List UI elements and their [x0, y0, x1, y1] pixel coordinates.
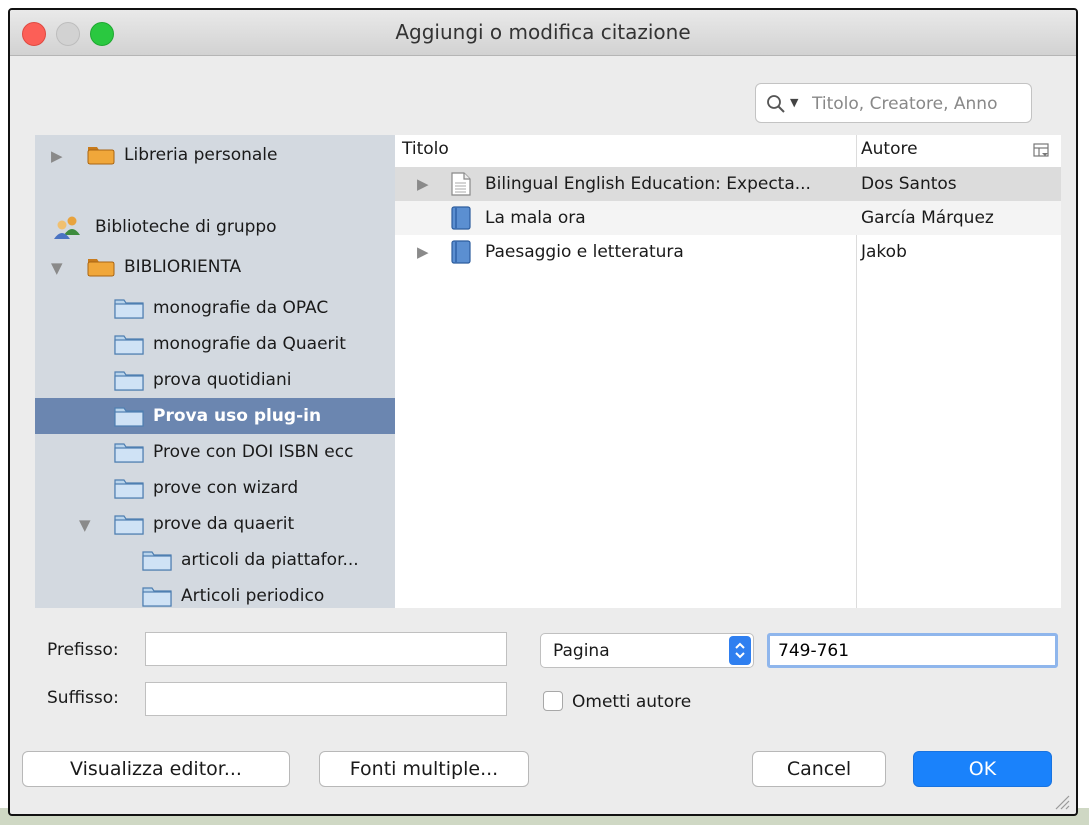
- sidebar-item-label: Prova uso plug-in: [153, 406, 322, 426]
- sidebar-group-libraries-header: Biblioteche di gruppo: [35, 209, 395, 245]
- sidebar-item-label: prova quotidiani: [153, 370, 292, 390]
- disclosure-triangle-icon[interactable]: ▶: [417, 175, 429, 193]
- column-header-author[interactable]: Autore: [861, 139, 918, 159]
- item-author: Jakob: [861, 242, 907, 262]
- show-editor-button[interactable]: Visualizza editor...: [22, 751, 290, 787]
- search-icon[interactable]: [766, 94, 786, 114]
- disclosure-triangle-open-icon[interactable]: ▼: [51, 259, 63, 277]
- sidebar-item-label: prove da quaerit: [153, 514, 295, 534]
- cancel-button[interactable]: Cancel: [752, 751, 886, 787]
- multiple-sources-button[interactable]: Fonti multiple...: [319, 751, 529, 787]
- folder-icon: [142, 587, 172, 607]
- document-icon: [451, 172, 471, 196]
- window-title: Aggiungi o modifica citazione: [395, 20, 691, 44]
- item-title: La mala ora: [485, 208, 586, 228]
- suffix-input[interactable]: [145, 682, 507, 716]
- sidebar-item-label: Prove con DOI ISBN ecc: [153, 442, 354, 462]
- sidebar-item-label: Biblioteche di gruppo: [95, 217, 277, 237]
- sidebar-item-group-biblorienta[interactable]: ▼ BIBLIORIENTA: [35, 249, 395, 285]
- sidebar-item-label: monografie da OPAC: [153, 298, 329, 318]
- citation-dialog: Aggiungi o modifica citazione ▼ ▶ Librer…: [8, 8, 1078, 816]
- item-title: Bilingual English Education: Expecta...: [485, 174, 811, 194]
- omit-author-checkbox[interactable]: [543, 691, 563, 711]
- sidebar-collection-prove-doi-isbn[interactable]: Prove con DOI ISBN ecc: [35, 434, 395, 470]
- prefix-label: Prefisso:: [47, 640, 119, 660]
- locator-field[interactable]: [767, 633, 1058, 668]
- search-field[interactable]: ▼: [755, 83, 1032, 123]
- folder-icon: [114, 299, 144, 319]
- folder-icon: [114, 371, 144, 391]
- sidebar-collection-prove-da-quaerit[interactable]: ▼ prove da quaerit: [35, 506, 395, 542]
- ok-button[interactable]: OK: [913, 751, 1052, 787]
- book-icon: [451, 240, 471, 264]
- sidebar-collection-monografie-opac[interactable]: monografie da OPAC: [35, 290, 395, 326]
- book-icon: [451, 206, 471, 230]
- group-users-icon: [54, 216, 80, 239]
- table-row[interactable]: ▶ Paesaggio e letteratura Jakob: [395, 235, 1061, 269]
- disclosure-triangle-icon[interactable]: ▶: [417, 243, 429, 261]
- locator-type-value: Pagina: [553, 641, 610, 661]
- sidebar-item-label: prove con wizard: [153, 478, 299, 498]
- resize-grip-icon[interactable]: [1052, 792, 1070, 810]
- folder-icon: [114, 335, 144, 355]
- sidebar-subcollection-articoli-periodico[interactable]: Articoli periodico: [35, 578, 395, 608]
- folder-icon: [114, 407, 144, 427]
- sidebar-item-my-library[interactable]: ▶ Libreria personale: [35, 137, 395, 173]
- item-author: García Márquez: [861, 208, 994, 228]
- table-row[interactable]: La mala ora García Márquez: [395, 201, 1061, 235]
- sidebar-item-label: articoli da piattafor...: [181, 550, 359, 570]
- sidebar-subcollection-articoli-piattaforme[interactable]: articoli da piattafor...: [35, 542, 395, 578]
- column-header-title[interactable]: Titolo: [402, 139, 449, 159]
- column-picker-icon[interactable]: [1033, 143, 1049, 159]
- items-list: Titolo Autore ▶ Bilingual English Educat…: [395, 135, 1061, 608]
- item-author: Dos Santos: [861, 174, 957, 194]
- disclosure-triangle-open-icon[interactable]: ▼: [79, 516, 91, 534]
- sidebar-item-label: monografie da Quaerit: [153, 334, 346, 354]
- collections-sidebar: ▶ Libreria personale Biblioteche di grup…: [35, 135, 395, 608]
- suffix-label: Suffisso:: [47, 688, 119, 708]
- sidebar-item-label: Articoli periodico: [181, 586, 325, 606]
- folder-icon: [114, 479, 144, 499]
- sidebar-collection-prova-quotidiani[interactable]: prova quotidiani: [35, 362, 395, 398]
- sidebar-collection-prove-wizard[interactable]: prove con wizard: [35, 470, 395, 506]
- title-bar: Aggiungi o modifica citazione: [10, 10, 1076, 56]
- prefix-input[interactable]: [145, 632, 507, 666]
- sidebar-item-label: Libreria personale: [124, 145, 278, 165]
- search-input[interactable]: [810, 90, 1028, 118]
- sidebar-collection-prova-uso-plug-in[interactable]: Prova uso plug-in: [35, 398, 395, 434]
- locator-type-select[interactable]: Pagina: [540, 633, 754, 668]
- disclosure-triangle-icon[interactable]: ▶: [51, 147, 63, 165]
- item-title: Paesaggio e letteratura: [485, 242, 684, 262]
- table-row[interactable]: ▶ Bilingual English Education: Expecta..…: [395, 167, 1061, 201]
- library-icon: [87, 147, 115, 165]
- folder-icon: [142, 551, 172, 571]
- group-library-icon: [87, 259, 115, 277]
- search-mode-chevron-icon[interactable]: ▼: [790, 96, 798, 109]
- omit-author-label[interactable]: Ometti autore: [572, 692, 691, 712]
- up-down-chevron-icon[interactable]: [729, 636, 751, 665]
- folder-icon: [114, 515, 144, 535]
- folder-icon: [114, 443, 144, 463]
- locator-input[interactable]: [776, 638, 1050, 664]
- sidebar-collection-monografie-quaerit[interactable]: monografie da Quaerit: [35, 326, 395, 362]
- sidebar-item-label: BIBLIORIENTA: [124, 257, 242, 277]
